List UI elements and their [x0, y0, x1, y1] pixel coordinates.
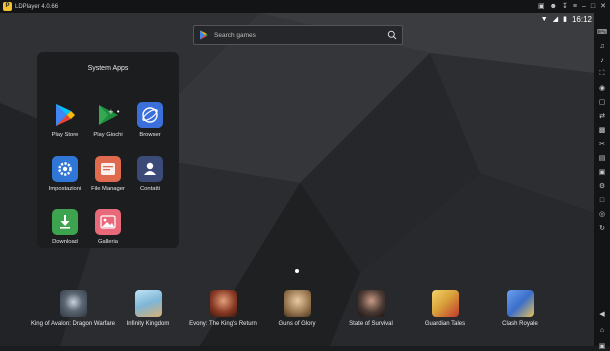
record-icon[interactable]: ◉ [597, 83, 607, 93]
play-store-icon [52, 102, 78, 128]
evony-icon [209, 290, 237, 317]
recent-apps-icon[interactable]: ▣ [597, 341, 607, 351]
volume-down-icon[interactable]: ♪ [597, 55, 607, 65]
google-play-icon [200, 30, 208, 40]
battery-icon: ▮ [563, 16, 567, 23]
search-placeholder[interactable]: Search games [214, 32, 387, 39]
status-bar: ▼ ◢ ▮ 16:12 [541, 13, 594, 27]
more-settings-icon[interactable]: ⚙ [597, 181, 607, 191]
menu-icon[interactable]: ≡ [573, 0, 577, 13]
settings-icon [52, 156, 78, 182]
app-label: Galleria [98, 239, 118, 245]
download-icon[interactable]: ↧ [562, 0, 568, 13]
android-screen: ▼ ◢ ▮ 16:12 Search games System Apps Pla… [0, 13, 594, 346]
infinity-kingdom-icon [134, 290, 162, 317]
browser-icon [137, 102, 163, 128]
guardian-tales-icon [431, 290, 459, 317]
title-bar: P LDPlayer 4.0.66 ▣ ☻ ↧ ≡ – □ ✕ [0, 0, 610, 13]
app-gallery[interactable]: Galleria [83, 209, 133, 245]
maximize-icon[interactable]: □ [591, 0, 595, 13]
wifi-icon: ▼ [540, 16, 548, 23]
folder-icon[interactable]: □ [597, 195, 607, 205]
clock: 16:12 [571, 15, 592, 24]
search-games-bar[interactable]: Search games [193, 25, 403, 45]
back-icon[interactable]: ◀ [597, 309, 607, 319]
screenshot-icon[interactable]: ▢ [597, 97, 607, 107]
page-indicator [295, 269, 299, 273]
play-games-icon: + • [95, 102, 121, 128]
app-browser[interactable]: Browser [125, 102, 175, 138]
contacts-icon [137, 156, 163, 182]
folder-title: System Apps [87, 65, 129, 72]
signal-icon: ◢ [552, 16, 559, 23]
file-manager-icon [95, 156, 121, 182]
state-of-survival-icon [357, 290, 385, 317]
download-app-icon [52, 209, 78, 235]
app-contacts[interactable]: Contatti [125, 156, 175, 192]
volume-up-icon[interactable]: ♫ [597, 41, 607, 51]
system-apps-folder: System Apps Play Store + • Play Giochi B… [37, 52, 179, 248]
app-label: Browser [139, 132, 161, 138]
operation-record-icon[interactable]: ▤ [597, 153, 607, 163]
apk-icon[interactable]: ▩ [597, 125, 607, 135]
sync-icon[interactable]: ⇄ [597, 111, 607, 121]
close-icon[interactable]: ✕ [600, 0, 606, 13]
game-dock: King of Avalon: Dragon Warfare Infinity … [0, 290, 594, 346]
home-icon[interactable]: ⌂ [597, 325, 607, 335]
rotate-icon[interactable]: ↻ [597, 223, 607, 233]
gallery-icon [95, 209, 121, 235]
search-icon[interactable] [387, 30, 397, 40]
location-icon[interactable]: ◎ [597, 209, 607, 219]
svg-text:+ •: + • [108, 108, 120, 116]
minimize-icon[interactable]: – [582, 0, 586, 13]
window-title: LDPlayer 4.0.66 [15, 3, 59, 10]
keyboard-icon[interactable]: ⌨ [597, 27, 607, 37]
gamepad-icon[interactable]: ▣ [538, 0, 545, 13]
fullscreen-icon[interactable]: ⛶ [597, 69, 607, 79]
scissors-icon[interactable]: ✂ [597, 139, 607, 149]
user-icon[interactable]: ☻ [550, 0, 557, 13]
clash-royale-icon [506, 290, 534, 317]
app-label: Contatti [140, 186, 160, 192]
game-clash-royale[interactable]: Clash Royale [475, 290, 565, 328]
king-of-avalon-icon [59, 290, 87, 317]
ldplayer-logo-icon: P [3, 2, 12, 11]
game-label: Clash Royale [502, 321, 538, 327]
virtual-position-icon[interactable]: ▣ [597, 167, 607, 177]
emulator-toolbar: ⌨ ♫ ♪ ⛶ ◉ ▢ ⇄ ▩ ✂ ▤ ▣ ⚙ □ ◎ ↻ ◀ ⌂ ▣ [594, 13, 610, 350]
guns-of-glory-icon [283, 290, 311, 317]
